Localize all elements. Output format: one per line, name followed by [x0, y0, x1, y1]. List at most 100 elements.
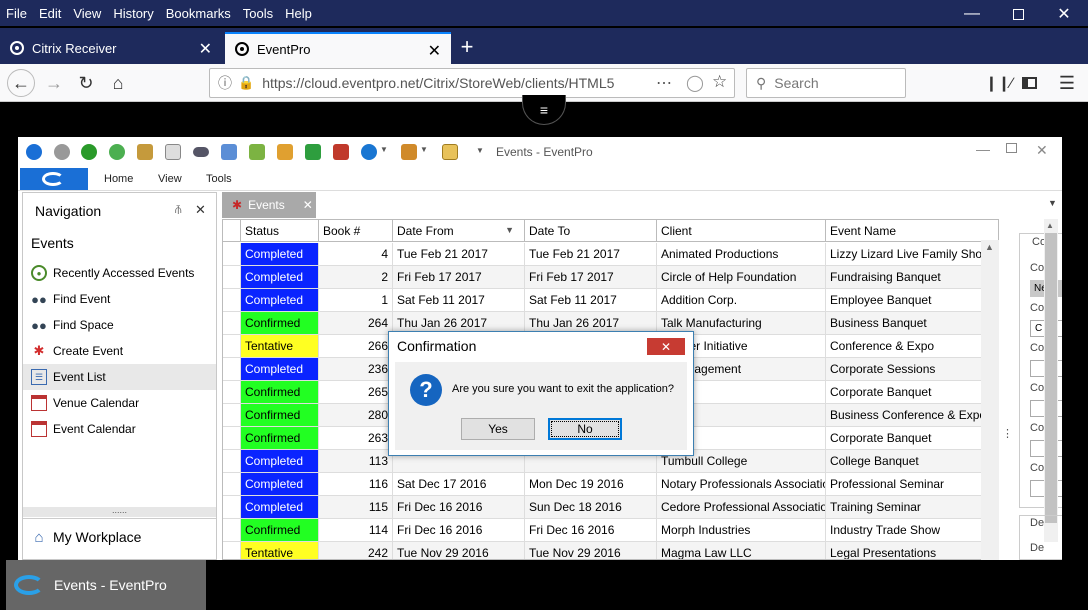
close-tab-icon[interactable]: ✕ [199, 39, 212, 59]
tab-eventpro[interactable]: EventPro ✕ [225, 32, 451, 64]
row-indicator[interactable] [223, 542, 241, 559]
pocket-icon[interactable]: ◯ [686, 73, 704, 93]
ribbon-tab-tools[interactable]: Tools [206, 173, 232, 185]
scroll-up-icon[interactable]: ▲ [1046, 221, 1054, 230]
close-pane-icon[interactable]: ✕ [195, 202, 206, 218]
column-header-date-from[interactable]: Date From ▼ [393, 220, 525, 242]
eventpro-logo-icon[interactable] [26, 144, 42, 160]
app-minimize-icon[interactable]: — [976, 141, 990, 157]
clipboard-icon[interactable] [165, 144, 181, 160]
nav-my-workplace[interactable]: ⌂ My Workplace [23, 524, 216, 550]
maximize-icon[interactable] [995, 0, 1041, 28]
menu-file[interactable]: File [0, 6, 33, 21]
row-indicator[interactable] [223, 496, 241, 519]
column-header-status[interactable]: Status [241, 220, 319, 242]
row-indicator[interactable] [223, 404, 241, 427]
dialog-close-button[interactable]: ✕ [647, 338, 685, 355]
column-header-date-to[interactable]: Date To [525, 220, 657, 242]
yes-button[interactable]: Yes [461, 418, 535, 440]
row-indicator[interactable] [223, 473, 241, 496]
menu-tools[interactable]: Tools [237, 6, 279, 21]
sidebar-icon[interactable] [1015, 69, 1043, 97]
calendar-icon[interactable] [333, 144, 349, 160]
customize-dropdown-icon[interactable]: ▼ [476, 146, 484, 155]
menu-bookmarks[interactable]: Bookmarks [160, 6, 237, 21]
nav-item-find-event[interactable]: ●● Find Event [23, 286, 216, 312]
row-indicator[interactable] [223, 243, 241, 266]
pane-splitter[interactable]: ...... [23, 506, 216, 517]
citrix-toolbar-handle[interactable]: ≡ [522, 95, 566, 125]
app-close-icon[interactable]: ✕ [1036, 142, 1048, 159]
row-indicator[interactable] [223, 289, 241, 312]
refresh-icon[interactable] [109, 144, 125, 160]
ribbon-tab-home[interactable]: Home [104, 173, 133, 185]
add-document-icon[interactable] [249, 144, 265, 160]
close-tab-icon[interactable]: ✕ [428, 41, 441, 61]
gear-icon[interactable] [305, 144, 321, 160]
table-row[interactable]: Completed 116 Sat Dec 17 2016 Mon Dec 19 20… [223, 473, 998, 496]
table-row[interactable]: Completed 1 Sat Feb 11 2017 Sat Feb 11 2017… [223, 289, 998, 312]
binoculars-icon[interactable] [193, 147, 209, 157]
tab-citrix-receiver[interactable]: Citrix Receiver ✕ [0, 32, 222, 64]
nav-item-create-event[interactable]: ✱ Create Event [23, 338, 216, 364]
column-header-event-name[interactable]: Event Name [826, 220, 998, 242]
pin-icon[interactable]: ⫚ [175, 204, 182, 217]
table-row[interactable]: Tentative 242 Tue Nov 29 2016 Tue Nov 29 20… [223, 542, 998, 559]
nav-item-venue-calendar[interactable]: Venue Calendar [23, 390, 216, 416]
row-indicator[interactable] [223, 335, 241, 358]
scroll-up-icon[interactable]: ▲ [985, 242, 994, 252]
calculator-icon[interactable] [221, 144, 237, 160]
no-button[interactable]: No [548, 418, 622, 440]
splitter-grip-icon[interactable]: ⋮ [1002, 427, 1013, 440]
new-tab-icon[interactable]: + [456, 32, 478, 62]
grid-vertical-scrollbar[interactable]: ▲ [981, 240, 999, 560]
chevron-down-icon[interactable]: ▼ [380, 145, 388, 154]
nav-item-find-space[interactable]: ●● Find Space [23, 312, 216, 338]
close-tab-icon[interactable]: ✕ [303, 198, 313, 212]
info-icon[interactable]: ⓘ [218, 73, 232, 93]
minimize-icon[interactable]: — [949, 0, 995, 28]
back-icon[interactable]: ← [7, 69, 35, 97]
table-row[interactable]: Completed 4 Tue Feb 21 2017 Tue Feb 21 2017… [223, 243, 998, 266]
row-indicator[interactable] [223, 427, 241, 450]
details-scrollbar[interactable]: ▲ [1044, 219, 1058, 542]
ribbon-tab-view[interactable]: View [158, 173, 182, 185]
table-row[interactable]: Completed 2 Fri Feb 17 2017 Fri Feb 17 2017… [223, 266, 998, 289]
app-maximize-icon[interactable] [1006, 143, 1017, 153]
transfer-icon[interactable] [401, 144, 417, 160]
hamburger-menu-icon[interactable]: ☰ [1053, 69, 1081, 97]
reload-icon[interactable]: ↻ [72, 69, 100, 97]
chevron-down-icon[interactable]: ▼ [420, 145, 428, 154]
menu-edit[interactable]: Edit [33, 6, 67, 21]
column-header-client[interactable]: Client [657, 220, 826, 242]
menu-view[interactable]: View [67, 6, 107, 21]
table-row[interactable]: Completed 115 Fri Dec 16 2016 Sun Dec 18 20… [223, 496, 998, 519]
scrollbar-thumb[interactable] [1045, 233, 1057, 523]
row-indicator[interactable] [223, 381, 241, 404]
menu-history[interactable]: History [107, 6, 159, 21]
forward-icon[interactable]: → [40, 69, 68, 97]
menu-help[interactable]: Help [279, 6, 318, 21]
table-row[interactable]: Confirmed 114 Fri Dec 16 2016 Fri Dec 16 20… [223, 519, 998, 542]
home-icon[interactable]: ⌂ [104, 69, 132, 97]
row-indicator[interactable] [223, 519, 241, 542]
nav-item-event-list[interactable]: ☰ Event List [23, 364, 216, 390]
user-edit-icon[interactable] [137, 144, 153, 160]
tab-events[interactable]: ✱ Events ✕ [222, 192, 316, 218]
page-actions-icon[interactable]: ⋯ [656, 73, 672, 93]
circle-icon[interactable] [54, 144, 70, 160]
nav-item-event-calendar[interactable]: Event Calendar [23, 416, 216, 442]
column-header-book[interactable]: Book # [319, 220, 393, 242]
nav-item-recently-accessed-events[interactable]: ● Recently Accessed Events [23, 260, 216, 286]
url-bar[interactable]: ⓘ 🔒 https://cloud.eventpro.net/Citrix/St… [209, 68, 735, 98]
row-indicator[interactable] [223, 312, 241, 335]
library-icon[interactable]: ❙❙∕ [985, 69, 1013, 97]
row-indicator[interactable] [223, 450, 241, 473]
users-icon[interactable] [277, 144, 293, 160]
search-input[interactable]: ⚲ Search [746, 68, 906, 98]
citrix-taskbar-item[interactable]: Events - EventPro [6, 560, 206, 610]
tab-list-dropdown-icon[interactable]: ▼ [1048, 198, 1057, 208]
close-window-icon[interactable]: ✕ [1041, 0, 1087, 28]
row-indicator[interactable] [223, 358, 241, 381]
info-icon[interactable] [361, 144, 377, 160]
